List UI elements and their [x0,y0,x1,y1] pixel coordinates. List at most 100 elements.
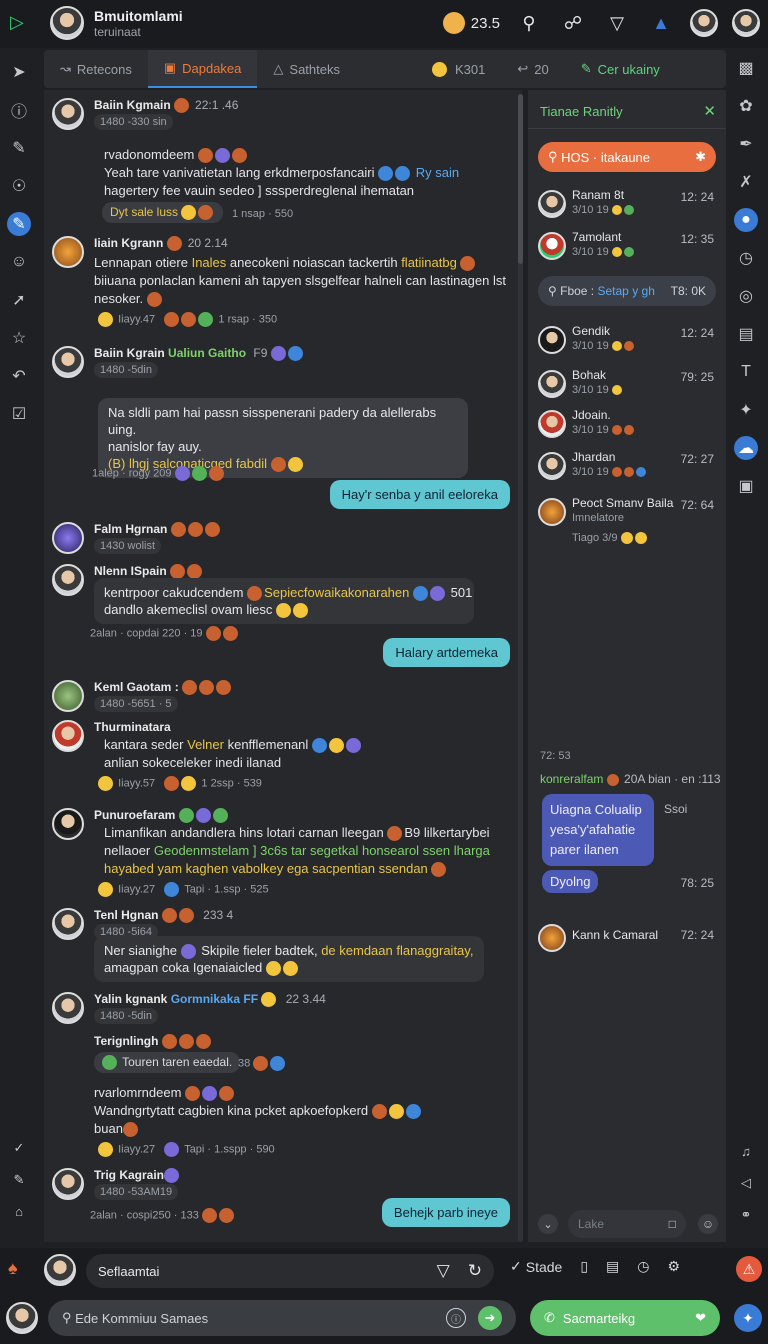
message-chip[interactable]: Dyt sale luss [102,202,224,224]
compass-icon[interactable]: ☉ [7,174,31,198]
emoji-icon[interactable]: ☺ [698,1214,718,1234]
message-author[interactable]: Terignlingh [94,1034,213,1050]
doc-icon[interactable]: ▤ [734,322,758,346]
undo-icon[interactable]: ↶ [7,364,31,388]
outgoing-bubble[interactable]: Behejk parb ineye [381,1198,510,1227]
bell-icon[interactable]: ♫ [741,1144,751,1159]
call-button[interactable]: ✆ Sacmarteikg ❤ [530,1300,720,1336]
stade-button[interactable]: ✓ Stade [510,1258,562,1275]
close-icon[interactable]: ✕ [703,102,716,120]
search-icon[interactable]: ⚲ [514,8,544,38]
send-icon[interactable]: ➜ [478,1306,502,1330]
list-item[interactable]: 7amolant 3/10 19 12: 35 [538,230,718,266]
outgoing-bubble[interactable]: Hay'r senba y anil eeloreka [329,480,510,509]
refresh-icon[interactable]: ↻ [468,1261,482,1281]
filter-icon[interactable]: ▽ [602,8,632,38]
message-author[interactable]: Iiain Kgrann 20 2.14 [94,236,228,252]
tab-replies[interactable]: ↩ 20 [501,50,564,88]
avatar[interactable] [6,1302,38,1334]
person-icon[interactable]: ☺ [7,250,31,274]
message-author[interactable]: Trig Kagrain [94,1168,181,1184]
location-icon[interactable]: ● [734,208,758,232]
avatar[interactable] [52,98,84,130]
scrollbar[interactable] [518,94,523,264]
tab-k301[interactable]: K301 [416,50,501,88]
text-icon[interactable]: T [734,360,758,384]
group-icon[interactable]: ♠ [8,1258,30,1280]
pen-icon[interactable]: ✎ [7,212,31,236]
target-icon[interactable]: ◎ [734,284,758,308]
chevron-down-icon[interactable]: ⌄ [538,1214,558,1234]
list-item[interactable]: Ranam 8t 3/10 19 12: 24 [538,188,718,224]
back-icon[interactable]: ◁ [741,1175,751,1191]
avatar[interactable] [52,720,84,752]
tab-dapdakea[interactable]: ▣ Dapdakea [147,50,258,88]
panel-filter-pill[interactable]: ⚲ HOS · itakaune ✱ [538,142,716,172]
list-item[interactable]: Jdoain. 3/10 19 [538,408,718,444]
avatar[interactable] [52,236,84,268]
tab-cer-ukainy[interactable]: ✎ Cer ukainy [565,50,676,88]
link-icon[interactable]: ⚭ [741,1207,752,1223]
avatar[interactable] [52,992,84,1024]
list-item[interactable]: Jhardan 3/10 19 72: 27 [538,450,718,486]
outgoing-bubble[interactable]: Halary artdemeka [383,638,510,667]
avatar[interactable] [52,1168,84,1200]
cloud-icon[interactable]: ☁ [734,436,758,460]
bird-icon[interactable]: ✦ [734,398,758,422]
avatar[interactable] [52,522,84,554]
message-author[interactable]: Keml Gaotam : [94,680,233,696]
avatar[interactable] [52,908,84,940]
star-icon[interactable]: ☆ [7,326,31,350]
send-icon[interactable]: ➤ [7,60,31,84]
user-avatar[interactable] [690,9,718,37]
edit-icon[interactable]: ✎ [14,1172,25,1188]
clock-icon[interactable]: ◷ [637,1258,649,1275]
tab-sathteks[interactable]: △ Sathteks [257,50,356,88]
calendar-icon[interactable]: ▤ [606,1258,619,1275]
avatar[interactable] [52,808,84,840]
info-icon[interactable]: ⓘ [446,1308,466,1328]
community-input[interactable]: ⚲ Ede Kommiuu Samaes ⓘ ➜ [48,1300,516,1336]
scroll-track[interactable] [518,94,523,1242]
list-item[interactable]: Peoct Smanv Baila Imnelatore 72: 64 [538,496,718,532]
message-author[interactable]: Baiin Kgmain 22:1 .46 [94,98,238,114]
gallery-icon[interactable]: ▣ [734,474,758,498]
message-input[interactable]: Seflaamtai ▽ ↻ [86,1254,494,1288]
gear-icon[interactable]: ⚙ [668,1258,681,1275]
avatar[interactable] [52,680,84,712]
shield-icon[interactable]: ☍ [558,8,588,38]
message-author[interactable]: Tenl Hgnan 233 4 [94,908,233,924]
checklist-icon[interactable]: ☑ [7,402,31,426]
tab-retecons[interactable]: ↝ Retecons [44,50,148,88]
message-author[interactable]: Thurminatara [94,720,171,734]
panel-search[interactable]: ⚲ Fboe : Setap y gh T8: 0K [538,276,716,306]
home-icon[interactable]: ⌂ [15,1204,23,1219]
bookmark-icon[interactable]: ▯ [580,1258,588,1275]
list-item[interactable]: Gendik 3/10 19 12: 24 [538,324,718,360]
message-chip[interactable]: Touren taren eaedal. [94,1052,241,1074]
message-author[interactable]: Falm Hgrnan [94,522,222,538]
avatar[interactable] [44,1254,76,1286]
message-author[interactable]: Baiin Kgrain Ualiun Gaitho F9 [94,346,305,362]
image-icon[interactable]: ▩ [734,56,758,80]
panel-input-field[interactable]: Lake □ [568,1210,686,1238]
attach-icon[interactable]: ✒ [734,132,758,156]
list-item[interactable]: Kann k Camaral 72: 24 [538,922,718,958]
panel-bubble[interactable]: Uiagna Colualip yesa'y'afahatie parer il… [542,794,654,866]
reaction-count[interactable]: 23.5 [442,12,500,34]
edit-icon[interactable]: ✎ [7,136,31,160]
map-icon[interactable]: ✗ [734,170,758,194]
cloud-icon[interactable]: ▲ [646,8,676,38]
filter-icon[interactable]: ▽ [437,1261,450,1281]
message-author[interactable]: Yalin kgnank Gormnikaka FF 22 3.44 [94,992,326,1008]
close-icon[interactable]: ✱ [695,149,706,165]
info-icon[interactable]: ⓘ [7,98,31,122]
warning-icon[interactable]: ⚠ [736,1256,762,1282]
flower-icon[interactable]: ✿ [734,94,758,118]
star-icon[interactable]: ✦ [734,1304,762,1332]
avatar[interactable] [52,564,84,596]
panel-bubble[interactable]: Dyolng [542,870,599,893]
avatar[interactable] [50,6,84,40]
check-circle-icon[interactable]: ✓ [14,1140,25,1156]
profile-avatar[interactable] [732,9,760,37]
